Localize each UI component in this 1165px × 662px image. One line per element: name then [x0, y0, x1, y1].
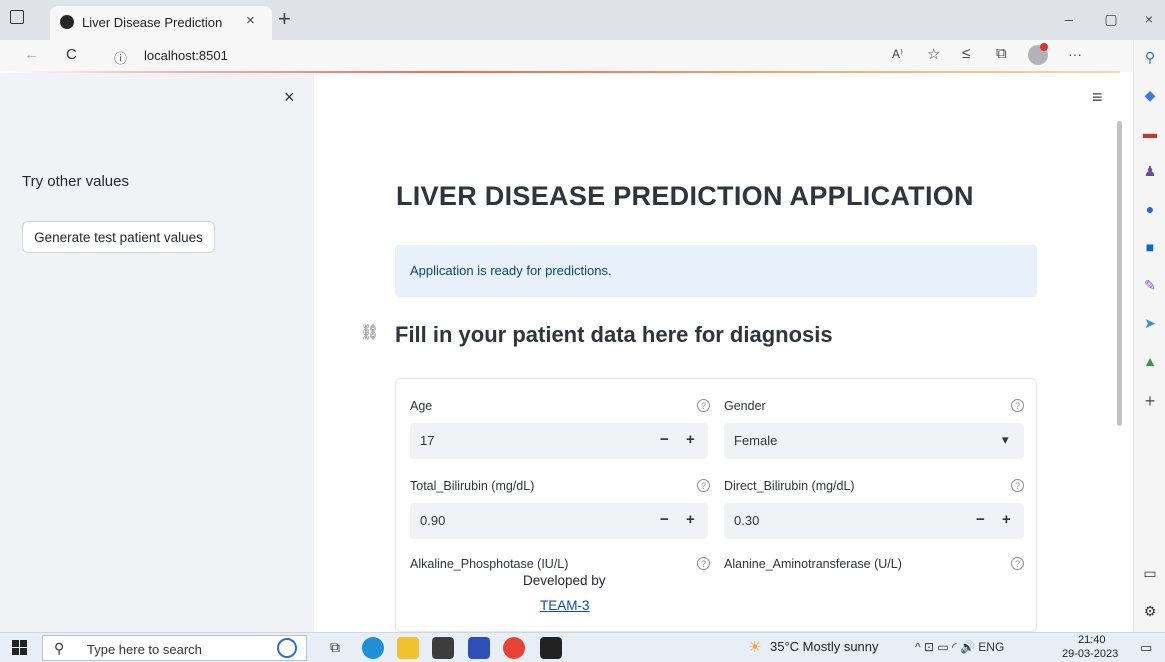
clock-date[interactable]: 29-03-2023 [1062, 648, 1118, 660]
age-decrement-button[interactable]: − [660, 431, 669, 448]
alanine-aminotransferase-help-icon[interactable]: ? [1011, 557, 1024, 570]
edge-sidebar: ⚲ ◆ ▬ ♟ ● ■ ✎ ➤ ▲ + ▭ ⚙ [1133, 40, 1165, 632]
section-title: Fill in your patient data here for diagn… [395, 322, 833, 347]
sidebar-close-icon[interactable]: × [284, 87, 295, 108]
microsoft365-icon[interactable]: ● [1140, 200, 1160, 218]
windows-start-icon[interactable] [12, 640, 27, 655]
age-increment-button[interactable]: + [686, 431, 695, 448]
direct-bilirubin-increment-button[interactable]: + [1002, 511, 1011, 528]
total-bilirubin-decrement-button[interactable]: − [660, 511, 669, 528]
minimize-icon[interactable]: – [1058, 8, 1080, 30]
profile-badge-icon [1040, 43, 1048, 51]
back-icon[interactable]: ← [24, 46, 39, 63]
clock-time[interactable]: 21:40 [1078, 634, 1106, 646]
app-sidebar: × Try other values Generate test patient… [0, 73, 314, 632]
address-bar: ← C ⓘ localhost:8501 A⁾ ☆ ≤ ⧉ ··· b [0, 40, 1165, 72]
main-content: ≡ LIVER DISEASE PREDICTION APPLICATION A… [314, 73, 1133, 632]
age-input[interactable]: 17 − + [410, 423, 708, 459]
gender-value[interactable]: Female [734, 433, 777, 448]
age-help-icon[interactable]: ? [697, 399, 710, 412]
new-tab-icon[interactable]: + [278, 6, 291, 32]
footer-team-link[interactable]: TEAM-3 [540, 598, 590, 613]
taskbar-search-placeholder[interactable]: Type here to search [87, 642, 202, 657]
gender-select[interactable]: Female ▾ [724, 423, 1024, 459]
anchor-link-icon[interactable]: ⛓ [360, 323, 379, 341]
chevron-down-icon[interactable]: ▾ [1002, 432, 1009, 448]
add-favorite-icon[interactable]: ☆ [927, 45, 940, 63]
bing-search-icon[interactable] [277, 638, 297, 658]
more-menu-icon[interactable]: ··· [1068, 46, 1082, 62]
edge-app-icon[interactable] [362, 637, 384, 659]
total-bilirubin-label: Total_Bilirubin (mg/dL) [410, 479, 535, 493]
total-bilirubin-help-icon[interactable]: ? [697, 479, 710, 492]
url-text[interactable]: localhost:8501 [144, 48, 228, 63]
age-label: Age [410, 399, 433, 413]
taskbar-search[interactable]: ⚲ Type here to search [42, 635, 307, 661]
site-info-icon[interactable]: ⓘ [114, 48, 127, 67]
direct-bilirubin-decrement-button[interactable]: − [976, 511, 985, 528]
tools-briefcase-icon[interactable]: ▬ [1140, 124, 1160, 142]
alanine-aminotransferase-label: Alanine_Aminotransferase (U/L) [724, 557, 902, 571]
add-sidebar-icon[interactable]: + [1140, 391, 1160, 411]
generate-test-values-button[interactable]: Generate test patient values [22, 221, 215, 253]
info-alert: Application is ready for predictions. [395, 245, 1037, 297]
page-title: LIVER DISEASE PREDICTION APPLICATION [396, 181, 974, 211]
outlook-icon[interactable]: ■ [1140, 238, 1160, 256]
streamlit-favicon-icon [60, 15, 74, 29]
direct-bilirubin-input[interactable]: 0.30 − + [724, 503, 1024, 539]
browser-tab-bar: Liver Disease Prediction × + – ▢ × [0, 0, 1165, 40]
tab-actions-icon[interactable] [10, 10, 24, 24]
info-alert-text: Application is ready for predictions. [410, 263, 612, 278]
favorites-icon[interactable]: ≤ [962, 45, 970, 62]
profile-avatar[interactable] [1028, 43, 1048, 65]
weather-sun-icon: ☀ [748, 639, 762, 656]
tree-icon[interactable]: ▲ [1140, 352, 1160, 370]
task-view-icon[interactable]: ⧉ [330, 639, 340, 656]
total-bilirubin-input[interactable]: 0.90 − + [410, 503, 708, 539]
hamburger-menu-icon[interactable]: ≡ [1092, 87, 1103, 108]
send-icon[interactable]: ➤ [1140, 314, 1160, 332]
shopping-tag-icon[interactable]: ◆ [1140, 86, 1160, 104]
patient-form: Age ? 17 − + Gender ? Female ▾ Total_Bil… [395, 378, 1037, 632]
browser-tab[interactable]: Liver Disease Prediction × [50, 6, 272, 40]
window-close-icon[interactable]: × [1138, 8, 1160, 30]
weather-text[interactable]: 35°C Mostly sunny [770, 639, 879, 654]
scrollbar[interactable] [1117, 121, 1122, 426]
file-explorer-icon[interactable] [397, 637, 419, 659]
hide-sidebar-icon[interactable]: ▭ [1140, 564, 1160, 582]
settings-gear-icon[interactable]: ⚙ [1140, 602, 1160, 620]
mail-icon[interactable] [432, 637, 454, 659]
vscode-icon[interactable] [468, 637, 490, 659]
gender-label: Gender [724, 399, 766, 413]
tab-close-icon[interactable]: × [246, 12, 255, 29]
direct-bilirubin-help-icon[interactable]: ? [1011, 479, 1024, 492]
system-tray[interactable]: ^ ⊡ ▭ ◜ 🔊 ENG [915, 640, 1004, 654]
games-icon[interactable]: ♟ [1140, 162, 1160, 180]
url-field[interactable]: ⓘ localhost:8501 [100, 43, 870, 69]
total-bilirubin-increment-button[interactable]: + [686, 511, 695, 528]
search-icon: ⚲ [54, 640, 65, 656]
total-bilirubin-value[interactable]: 0.90 [420, 513, 445, 528]
read-aloud-icon[interactable]: A⁾ [892, 47, 903, 61]
footer-developed-by: Developed by [523, 573, 606, 588]
gender-help-icon[interactable]: ? [1011, 399, 1024, 412]
direct-bilirubin-label: Direct_Bilirubin (mg/dL) [724, 479, 855, 493]
age-value[interactable]: 17 [420, 433, 434, 448]
windows-taskbar: ⚲ Type here to search ⧉ ☀ 35°C Mostly su… [0, 632, 1165, 662]
sidebar-heading: Try other values [22, 173, 129, 190]
terminal-icon[interactable] [540, 637, 562, 659]
alkaline-phosphotase-label: Alkaline_Phosphotase (IU/L) [410, 557, 569, 571]
chrome-icon[interactable] [503, 637, 525, 659]
maximize-icon[interactable]: ▢ [1100, 8, 1122, 30]
tab-title: Liver Disease Prediction [82, 15, 223, 30]
notifications-icon[interactable]: ▭ [1140, 640, 1152, 656]
collections-icon[interactable]: ⧉ [996, 45, 1007, 62]
search-icon[interactable]: ⚲ [1140, 48, 1160, 66]
alkaline-phosphotase-help-icon[interactable]: ? [697, 557, 710, 570]
direct-bilirubin-value[interactable]: 0.30 [734, 513, 759, 528]
designer-icon[interactable]: ✎ [1140, 276, 1160, 294]
refresh-icon[interactable]: C [66, 46, 77, 63]
